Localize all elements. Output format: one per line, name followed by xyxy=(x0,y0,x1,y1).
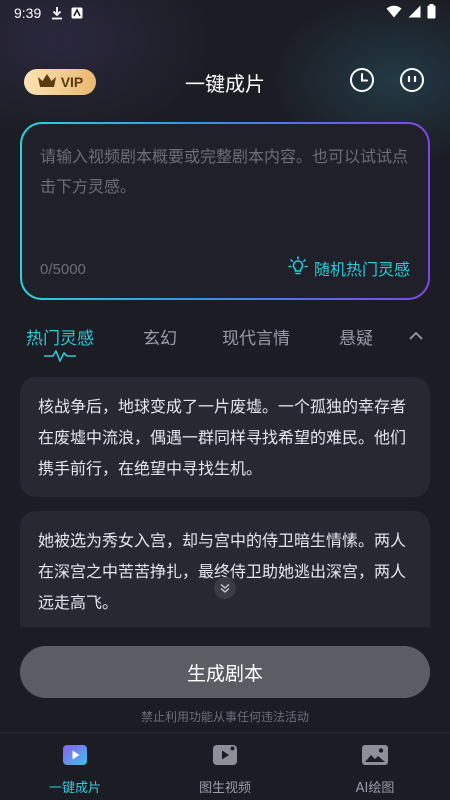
nav-item-image-to-video[interactable]: 图生视频 xyxy=(165,741,285,796)
nav-item-one-click-video[interactable]: 一键成片 xyxy=(15,741,135,796)
nav-label: 图生视频 xyxy=(198,781,251,796)
chevron-up-icon xyxy=(408,326,424,345)
wifi-icon xyxy=(386,5,402,22)
tab-hot-inspiration[interactable]: 热门灵感 xyxy=(26,324,94,349)
battery-icon xyxy=(427,3,436,23)
status-bar: 9:39 xyxy=(0,0,450,26)
profile-button[interactable] xyxy=(398,68,426,96)
page-title: 一键成片 xyxy=(185,72,265,96)
prompt-box: 0/5000 随机热门灵感 xyxy=(20,122,430,300)
signal-icon xyxy=(408,5,421,22)
face-icon xyxy=(399,67,425,97)
clock-icon xyxy=(349,67,375,97)
history-button[interactable] xyxy=(348,68,376,96)
script-input[interactable] xyxy=(40,142,412,242)
random-inspiration-label: 随机热门灵感 xyxy=(313,260,410,279)
tab-modern-romance[interactable]: 现代言情 xyxy=(222,324,290,349)
random-inspiration-button[interactable]: 随机热门灵感 xyxy=(288,256,410,280)
bottom-nav: 一键成片 图生视频 AI绘图 xyxy=(0,732,450,800)
lightbulb-icon xyxy=(288,256,308,280)
image-icon xyxy=(315,741,435,769)
prompt-inner: 0/5000 随机热门灵感 xyxy=(22,124,428,298)
inspiration-card[interactable]: 她被选为秀女入宫，却与宫中的侍卫暗生情愫。两人在深宫之中苦苦挣扎，最终侍卫助她逃… xyxy=(20,511,430,627)
double-chevron-down-icon xyxy=(219,579,231,598)
download-icon xyxy=(51,6,63,20)
expand-list-button[interactable] xyxy=(214,577,236,599)
nav-label: AI绘图 xyxy=(355,781,395,796)
inspiration-card[interactable]: 核战争后，地球变成了一片废墟。一个孤独的幸存者在废墟中流浪，偶遇一群同样寻找希望… xyxy=(20,377,430,497)
disclaimer-text: 禁止利用功能从事任何违法活动 xyxy=(140,710,309,724)
tab-active-indicator xyxy=(42,348,78,367)
nav-label: 一键成片 xyxy=(48,781,101,796)
category-tabs: 热门灵感 玄幻 现代言情 悬疑 xyxy=(0,318,450,368)
status-time: 9:39 xyxy=(14,5,42,21)
nav-item-ai-drawing[interactable]: AI绘图 xyxy=(315,741,435,796)
tab-mystery[interactable]: 悬疑 xyxy=(339,324,373,349)
app-header: VIP 一键成片 xyxy=(0,56,450,108)
collapse-tabs-button[interactable] xyxy=(408,326,424,345)
video-play-icon xyxy=(15,741,135,769)
app-notification-icon xyxy=(71,7,83,19)
generate-script-button[interactable]: 生成剧本 xyxy=(20,646,430,698)
image-video-icon xyxy=(165,741,285,769)
char-counter: 0/5000 xyxy=(40,261,86,278)
tab-fantasy[interactable]: 玄幻 xyxy=(143,324,177,349)
